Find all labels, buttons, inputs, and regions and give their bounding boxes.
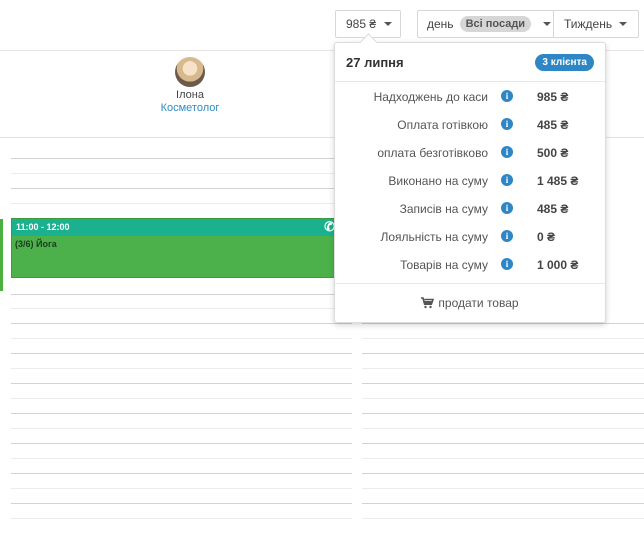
grid-line: [362, 338, 644, 339]
grid-line: [11, 173, 352, 174]
view-mode-label: день: [427, 17, 454, 31]
summary-label: оплата безготівково: [377, 146, 488, 160]
summary-row-cashless-payment: оплата безготівково i 500 ₴: [335, 137, 605, 165]
grid-line: [362, 368, 644, 369]
summary-value: 1 485 ₴: [537, 174, 579, 188]
grid-line: [11, 338, 352, 339]
grid-line: [11, 294, 352, 295]
grid-line: [11, 458, 352, 459]
sell-product-button[interactable]: продати товар: [335, 296, 605, 310]
summary-value: 500 ₴: [537, 146, 569, 160]
grid-line: [11, 368, 352, 369]
cash-amount-label: 985 ₴: [346, 17, 377, 31]
period-dropdown[interactable]: Тиждень: [553, 10, 639, 38]
summary-row-cash-payment: Оплата готівкою i 485 ₴: [335, 109, 605, 137]
summary-value: 985 ₴: [537, 90, 569, 104]
info-icon[interactable]: i: [501, 174, 513, 186]
info-icon[interactable]: i: [501, 118, 513, 130]
grid-line: [11, 353, 352, 354]
grid-line: [11, 203, 352, 204]
period-label: Тиждень: [564, 17, 613, 31]
grid-line: [11, 518, 352, 519]
summary-label: Оплата готівкою: [397, 118, 488, 132]
grid-line: [11, 383, 352, 384]
grid-line: [11, 443, 352, 444]
grid-line: [362, 323, 644, 324]
grid-line: [362, 458, 644, 459]
summary-value: 485 ₴: [537, 202, 569, 216]
summary-value: 485 ₴: [537, 118, 569, 132]
grid-line: [11, 323, 352, 324]
summary-row-cash-income: Надходжень до каси i 985 ₴: [335, 81, 605, 109]
summary-value: 0 ₴: [537, 230, 556, 244]
summary-label: Надходжень до каси: [373, 90, 488, 104]
chevron-down-icon: [543, 22, 552, 26]
grid-line: [11, 488, 352, 489]
grid-line: [362, 383, 644, 384]
grid-line: [362, 503, 644, 504]
summary-value: 1 000 ₴: [537, 258, 579, 272]
staff-role: Косметолог: [160, 102, 220, 114]
summary-row-goods: Товарів на суму i 1 000 ₴: [335, 249, 605, 277]
popover-header: 27 липня 3 клієнта: [335, 43, 605, 82]
grid-line: [362, 473, 644, 474]
summary-label: Лояльність на суму: [380, 230, 488, 244]
summary-label: Товарів на суму: [400, 258, 488, 272]
summary-label: Записів на суму: [399, 202, 488, 216]
grid-line: [362, 413, 644, 414]
summary-label: Виконано на суму: [388, 174, 488, 188]
grid-line: [362, 428, 644, 429]
positions-filter-pill[interactable]: Всі посади: [459, 16, 532, 32]
time-indicator-bar: [0, 219, 3, 291]
grid-line: [11, 158, 352, 159]
info-icon[interactable]: i: [501, 230, 513, 242]
sell-product-label: продати товар: [438, 296, 519, 310]
grid-line: [362, 443, 644, 444]
info-icon[interactable]: i: [501, 146, 513, 158]
grid-line: [11, 188, 352, 189]
summary-row-completed: Виконано на суму i 1 485 ₴: [335, 165, 605, 193]
staff-column-header[interactable]: Ілона Косметолог: [90, 57, 290, 114]
grid-line: [11, 413, 352, 414]
appointment-header: 11:00 - 12:00 ✆: [12, 219, 338, 236]
chevron-down-icon: [619, 22, 628, 26]
appointment-title: (3/6) Йога: [15, 239, 57, 249]
info-icon[interactable]: i: [501, 258, 513, 270]
summary-rows: Надходжень до каси i 985 ₴ Оплата готівк…: [335, 81, 605, 277]
grid-line: [11, 473, 352, 474]
summary-row-loyalty: Лояльність на суму i 0 ₴: [335, 221, 605, 249]
grid-line: [11, 503, 352, 504]
avatar: [175, 57, 205, 87]
cash-summary-popover: 27 липня 3 клієнта Надходжень до каси i …: [334, 33, 606, 323]
info-icon[interactable]: i: [501, 202, 513, 214]
popover-footer: продати товар: [335, 283, 605, 322]
chevron-down-icon: [384, 22, 393, 26]
cart-icon: [421, 297, 435, 309]
summary-row-appointments: Записів на суму i 485 ₴: [335, 193, 605, 221]
grid-line: [362, 353, 644, 354]
staff-name: Ілона: [176, 89, 204, 101]
grid-line: [11, 398, 352, 399]
view-mode-dropdown[interactable]: день Всі посади: [417, 10, 554, 38]
grid-line: [362, 398, 644, 399]
summary-date: 27 липня: [346, 55, 404, 70]
grid-line: [362, 488, 644, 489]
appointment-time: 11:00 - 12:00: [16, 222, 70, 232]
appointment-block[interactable]: 11:00 - 12:00 ✆ (3/6) Йога: [11, 218, 339, 278]
grid-line: [362, 518, 644, 519]
info-icon[interactable]: i: [501, 90, 513, 102]
grid-line: [11, 428, 352, 429]
grid-line: [11, 308, 352, 309]
clients-count-badge: 3 клієнта: [535, 54, 594, 71]
